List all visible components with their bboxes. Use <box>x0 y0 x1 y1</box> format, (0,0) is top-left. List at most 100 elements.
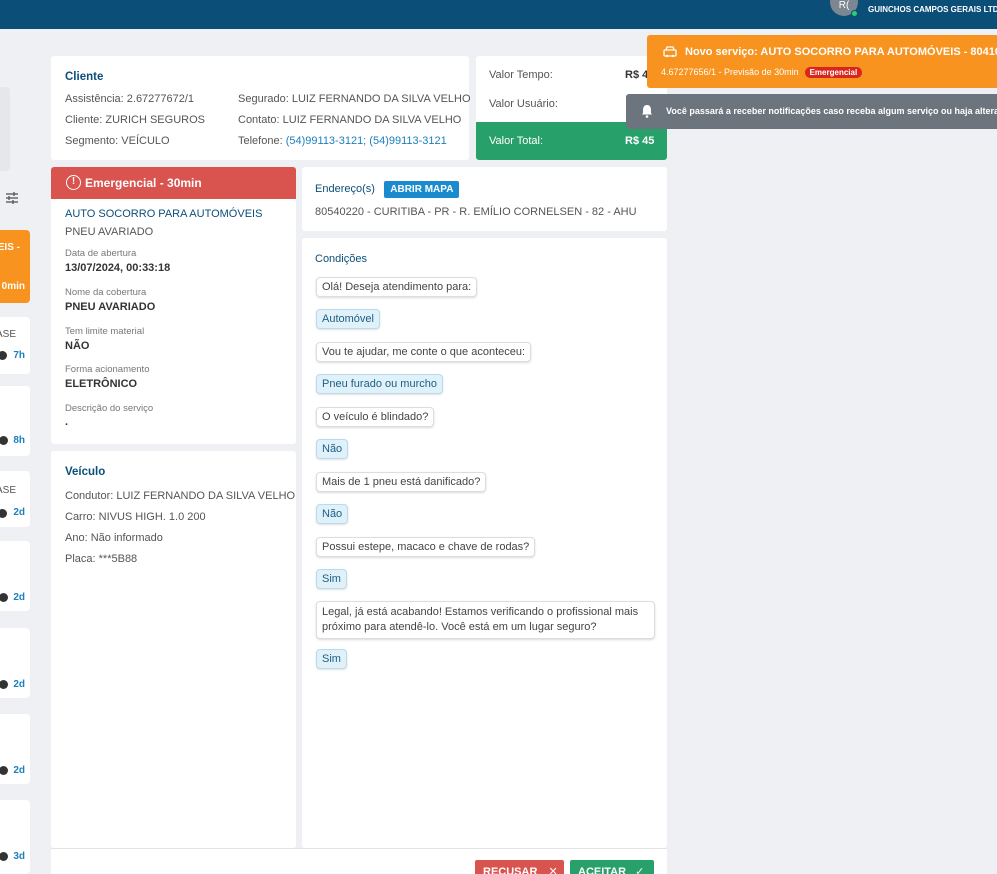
status-dot-icon <box>0 436 8 445</box>
filter-icon[interactable] <box>5 191 19 205</box>
acionamento-label: Forma acionamento <box>65 364 150 375</box>
car-icon <box>663 46 677 61</box>
descricao-label: Descrição do serviço <box>65 403 154 414</box>
online-status-icon <box>851 10 858 17</box>
valor-total-value: R$ 45 <box>625 135 655 147</box>
segurado-label: Segurado: <box>238 93 289 105</box>
client-title: Cliente <box>65 71 104 83</box>
bell-icon <box>641 104 653 121</box>
list-item[interactable]: 2d <box>0 714 30 784</box>
company-name: GUINCHOS CAMPOS GERAIS LTDA... <box>868 5 997 14</box>
info-notification[interactable]: Você passará a receber notificações caso… <box>626 94 997 129</box>
ano-field: Ano: Não informado <box>65 532 163 544</box>
cobertura-value: PNEU AVARIADO <box>65 301 156 313</box>
contato-label: Contato: <box>238 114 280 126</box>
answer-bubble: Não <box>316 439 349 459</box>
valor-tempo-value: R$ 4 <box>625 69 649 81</box>
service-type: AUTO SOCORRO PARA AUTOMÓVEIS <box>65 208 263 220</box>
cliente-field: Cliente: ZURICH SEGUROS <box>65 114 205 126</box>
conditions-title: Condições <box>315 253 367 265</box>
segurado-field: Segurado: LUIZ FERNANDO DA SILVA VELHO <box>238 93 471 105</box>
address-header: Endereço(s) ABRIR MAPA <box>315 181 460 198</box>
vehicle-card: Veículo Condutor: LUIZ FERNANDO DA SILVA… <box>51 451 296 848</box>
question-bubble: Possui estepe, macaco e chave de rodas? <box>316 537 536 557</box>
ano-label: Ano: <box>65 532 88 544</box>
list-item-time: 7h <box>13 350 25 361</box>
refuse-label: RECUSAR <box>483 866 538 874</box>
question-bubble: Legal, já está acabando! Estamos verific… <box>316 601 655 639</box>
telefone-link[interactable]: (54)99113-3121; (54)99113-3121 <box>286 135 447 147</box>
contato-field: Contato: LUIZ FERNANDO DA SILVA VELHO <box>238 114 461 126</box>
limite-value: NÃO <box>65 340 90 352</box>
telefone-label: Telefone: <box>238 135 283 147</box>
open-map-button[interactable]: ABRIR MAPA <box>384 181 460 198</box>
list-item[interactable]: 2d <box>0 541 30 611</box>
list-item-sub: 0min <box>1 281 25 292</box>
emergency-header: ! Emergencial - 30min <box>51 167 296 199</box>
address-card: Endereço(s) ABRIR MAPA 80540220 - CURITI… <box>302 167 667 231</box>
valor-tempo-label: Valor Tempo: <box>489 69 553 81</box>
abertura-label: Data de abertura <box>65 248 137 259</box>
emergency-badge: Emergencial <box>804 67 863 78</box>
condutor-field: Condutor: LUIZ FERNANDO DA SILVA VELHO <box>65 490 295 502</box>
valor-total-label: Valor Total: <box>489 135 544 147</box>
segmento-field: Segmento: VEÍCULO <box>65 135 170 147</box>
placa-field: Placa: ***5B88 <box>65 553 137 565</box>
question-bubble: Mais de 1 pneu está danificado? <box>316 472 487 492</box>
new-service-title: Novo serviço: AUTO SOCORRO PARA AUTOMÓVE… <box>685 46 997 58</box>
accept-button[interactable]: ACEITAR ✓ <box>570 860 654 874</box>
question-bubble: Olá! Deseja atendimento para: <box>316 277 478 297</box>
ano-value: Não informado <box>90 532 163 544</box>
answer-bubble: Sim <box>316 569 347 589</box>
list-panel <box>0 87 10 171</box>
refuse-button[interactable]: RECUSAR ✕ <box>475 860 564 874</box>
cobertura-label: Nome da cobertura <box>65 287 147 298</box>
emergency-label: Emergencial - 30min <box>85 176 202 190</box>
address-label: Endereço(s) <box>315 183 375 195</box>
new-service-subtitle: 4.67277656/1 - Previsão de 30min Emergenc… <box>661 67 863 78</box>
segurado-value: LUIZ FERNANDO DA SILVA VELHO <box>291 93 471 105</box>
service-subtype: PNEU AVARIADO <box>65 226 154 238</box>
segmento-label: Segmento: <box>65 135 119 147</box>
list-item-text: ASE <box>0 485 16 496</box>
list-item-text: ASE <box>0 329 16 340</box>
telefone-field: Telefone: (54)99113-3121; (54)99113-3121 <box>238 135 447 147</box>
question-bubble: O veículo é blindado? <box>316 407 435 427</box>
abertura-value: 13/07/2024, 00:33:18 <box>65 262 171 274</box>
answer-bubble: Automóvel <box>316 309 380 329</box>
list-item[interactable]: ASE 7h <box>0 317 30 374</box>
descricao-value: . <box>65 416 69 428</box>
accept-label: ACEITAR <box>578 866 627 874</box>
answer-bubble: Pneu furado ou murcho <box>316 374 443 394</box>
answer-bubble: Não <box>316 504 349 524</box>
status-dot-icon <box>0 852 8 861</box>
check-icon: ✓ <box>635 866 645 874</box>
assistencia-label: Assistência: <box>65 93 124 105</box>
alert-icon: ! <box>66 175 81 190</box>
list-item[interactable]: EIS - 0min <box>0 230 30 303</box>
list-item-text: EIS - <box>0 242 20 253</box>
question-line: Legal, já está acabando! Estamos verific… <box>322 606 639 618</box>
list-item[interactable]: 3d <box>0 800 30 874</box>
condutor-value: LUIZ FERNANDO DA SILVA VELHO <box>116 490 296 502</box>
conditions-card: Condições Olá! Deseja atendimento para: … <box>302 238 667 848</box>
info-text: Você passará a receber notificações caso… <box>666 106 997 116</box>
list-item[interactable]: 8h <box>0 386 30 456</box>
segmento-value: VEÍCULO <box>121 135 170 147</box>
carro-value: NIVUS HIGH. 1.0 200 <box>98 511 206 523</box>
list-item[interactable]: 2d <box>0 628 30 698</box>
valor-usuario-label: Valor Usuário: <box>489 98 558 110</box>
address-value: 80540220 - CURITIBA - PR - R. EMÍLIO COR… <box>315 206 637 218</box>
question-line: próximo para atendê-lo. Você está em um … <box>322 621 597 633</box>
list-item-time: 8h <box>13 435 25 446</box>
cliente-label: Cliente: <box>65 114 103 126</box>
client-card: Cliente Assistência: 2.67277672/1 Client… <box>51 56 471 160</box>
list-item[interactable]: ASE 2d <box>0 471 30 527</box>
placa-label: Placa: <box>65 553 96 565</box>
close-icon: ✕ <box>548 866 558 874</box>
new-service-notification[interactable]: Novo serviço: AUTO SOCORRO PARA AUTOMÓVE… <box>647 35 997 88</box>
cliente-value: ZURICH SEGUROS <box>105 114 205 126</box>
condutor-label: Condutor: <box>65 490 114 502</box>
carro-label: Carro: <box>65 511 96 523</box>
vehicle-title: Veículo <box>65 466 106 478</box>
